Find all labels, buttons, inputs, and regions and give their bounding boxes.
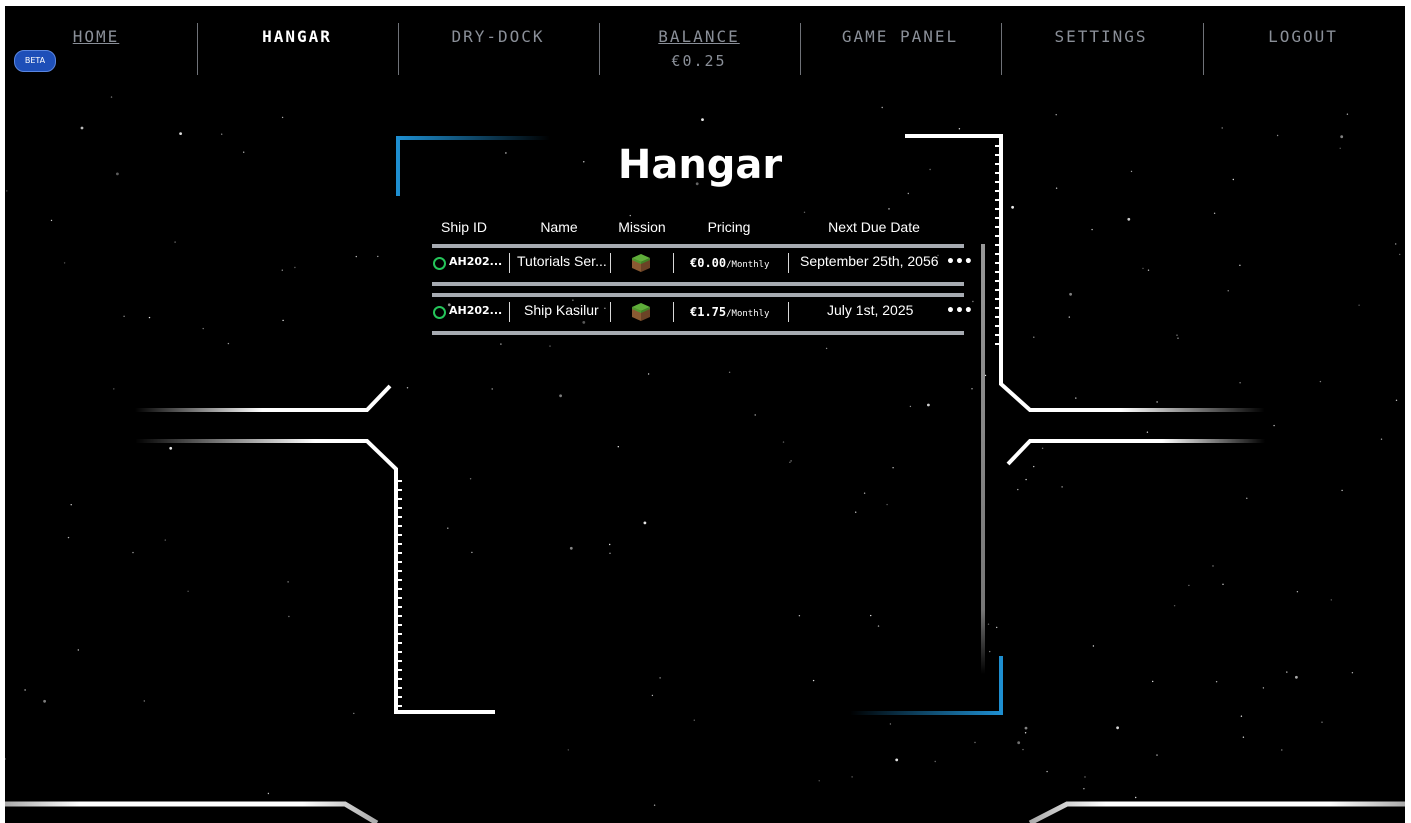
grass-block-icon[interactable] — [630, 301, 652, 323]
column-header-name: Name — [540, 219, 578, 235]
cell-divider — [610, 253, 611, 273]
nav-dry-dock[interactable]: DRY-DOCK — [398, 6, 598, 76]
column-header-mission: Mission — [618, 219, 666, 235]
hangar-page: HOME HANGAR DRY-DOCK BALANCE €0.25 GAME … — [5, 6, 1405, 823]
column-header-pricing: Pricing — [707, 219, 751, 235]
cell-divider — [788, 302, 789, 322]
column-header-next-due-date: Next Due Date — [828, 219, 920, 235]
row-top-border — [432, 244, 964, 248]
nav-balance-label[interactable]: BALANCE — [599, 27, 799, 46]
nav-settings-label[interactable]: SETTINGS — [1001, 27, 1201, 46]
beta-badge: BETA — [14, 50, 56, 72]
nav-home-label[interactable]: HOME — [5, 27, 196, 46]
more-options-icon[interactable]: ••• — [946, 254, 973, 270]
page-title: Hangar — [617, 142, 783, 188]
grass-block-icon[interactable] — [630, 252, 652, 274]
ship-name[interactable]: Tutorials Ser... — [517, 253, 607, 269]
status-online-icon — [433, 257, 446, 270]
nav-game-panel-label[interactable]: GAME PANEL — [800, 27, 1000, 46]
top-nav: HOME HANGAR DRY-DOCK BALANCE €0.25 GAME … — [5, 6, 1405, 86]
nav-dry-dock-label[interactable]: DRY-DOCK — [398, 27, 598, 46]
ship-id[interactable]: AH202... — [449, 304, 502, 317]
column-header-ship-id: Ship ID — [441, 219, 487, 235]
status-online-icon — [433, 306, 446, 319]
ship-name[interactable]: Ship Kasilur — [524, 302, 599, 318]
ship-id[interactable]: AH202... — [449, 255, 502, 268]
row-bottom-border — [432, 282, 964, 286]
nav-hangar[interactable]: HANGAR — [197, 6, 397, 76]
cell-divider — [788, 253, 789, 273]
cell-divider — [673, 253, 674, 273]
nav-logout-label[interactable]: LOGOUT — [1203, 27, 1403, 46]
cell-divider — [509, 302, 510, 322]
next-due-date: July 1st, 2025 — [827, 302, 914, 318]
cell-divider — [673, 302, 674, 322]
nav-balance[interactable]: BALANCE €0.25 — [599, 6, 799, 76]
price-amount: €1.75 — [690, 305, 727, 319]
nav-game-panel[interactable]: GAME PANEL — [800, 6, 1000, 76]
balance-amount: €0.25 — [671, 52, 727, 70]
more-options-icon[interactable]: ••• — [946, 303, 973, 319]
hud-frame — [5, 134, 1405, 823]
pricing: €0.00/Monthly — [690, 254, 769, 270]
nav-hangar-label[interactable]: HANGAR — [197, 27, 397, 46]
pricing: €1.75/Monthly — [690, 303, 769, 319]
row-bottom-border — [432, 331, 964, 335]
nav-settings[interactable]: SETTINGS — [1001, 6, 1201, 76]
row-top-border — [432, 293, 964, 297]
table-row[interactable]: AH202... Ship Kasilur €1.75/Monthly July… — [432, 293, 973, 335]
table-row[interactable]: AH202... Tutorials Ser... €0.00/Monthly … — [432, 244, 973, 286]
cell-divider — [509, 253, 510, 273]
price-period: /Monthly — [726, 260, 770, 270]
next-due-date: September 25th, 2056 — [800, 253, 939, 269]
nav-logout[interactable]: LOGOUT — [1203, 6, 1403, 76]
cell-divider — [610, 302, 611, 322]
price-amount: €0.00 — [690, 256, 727, 270]
price-period: /Monthly — [726, 309, 770, 319]
